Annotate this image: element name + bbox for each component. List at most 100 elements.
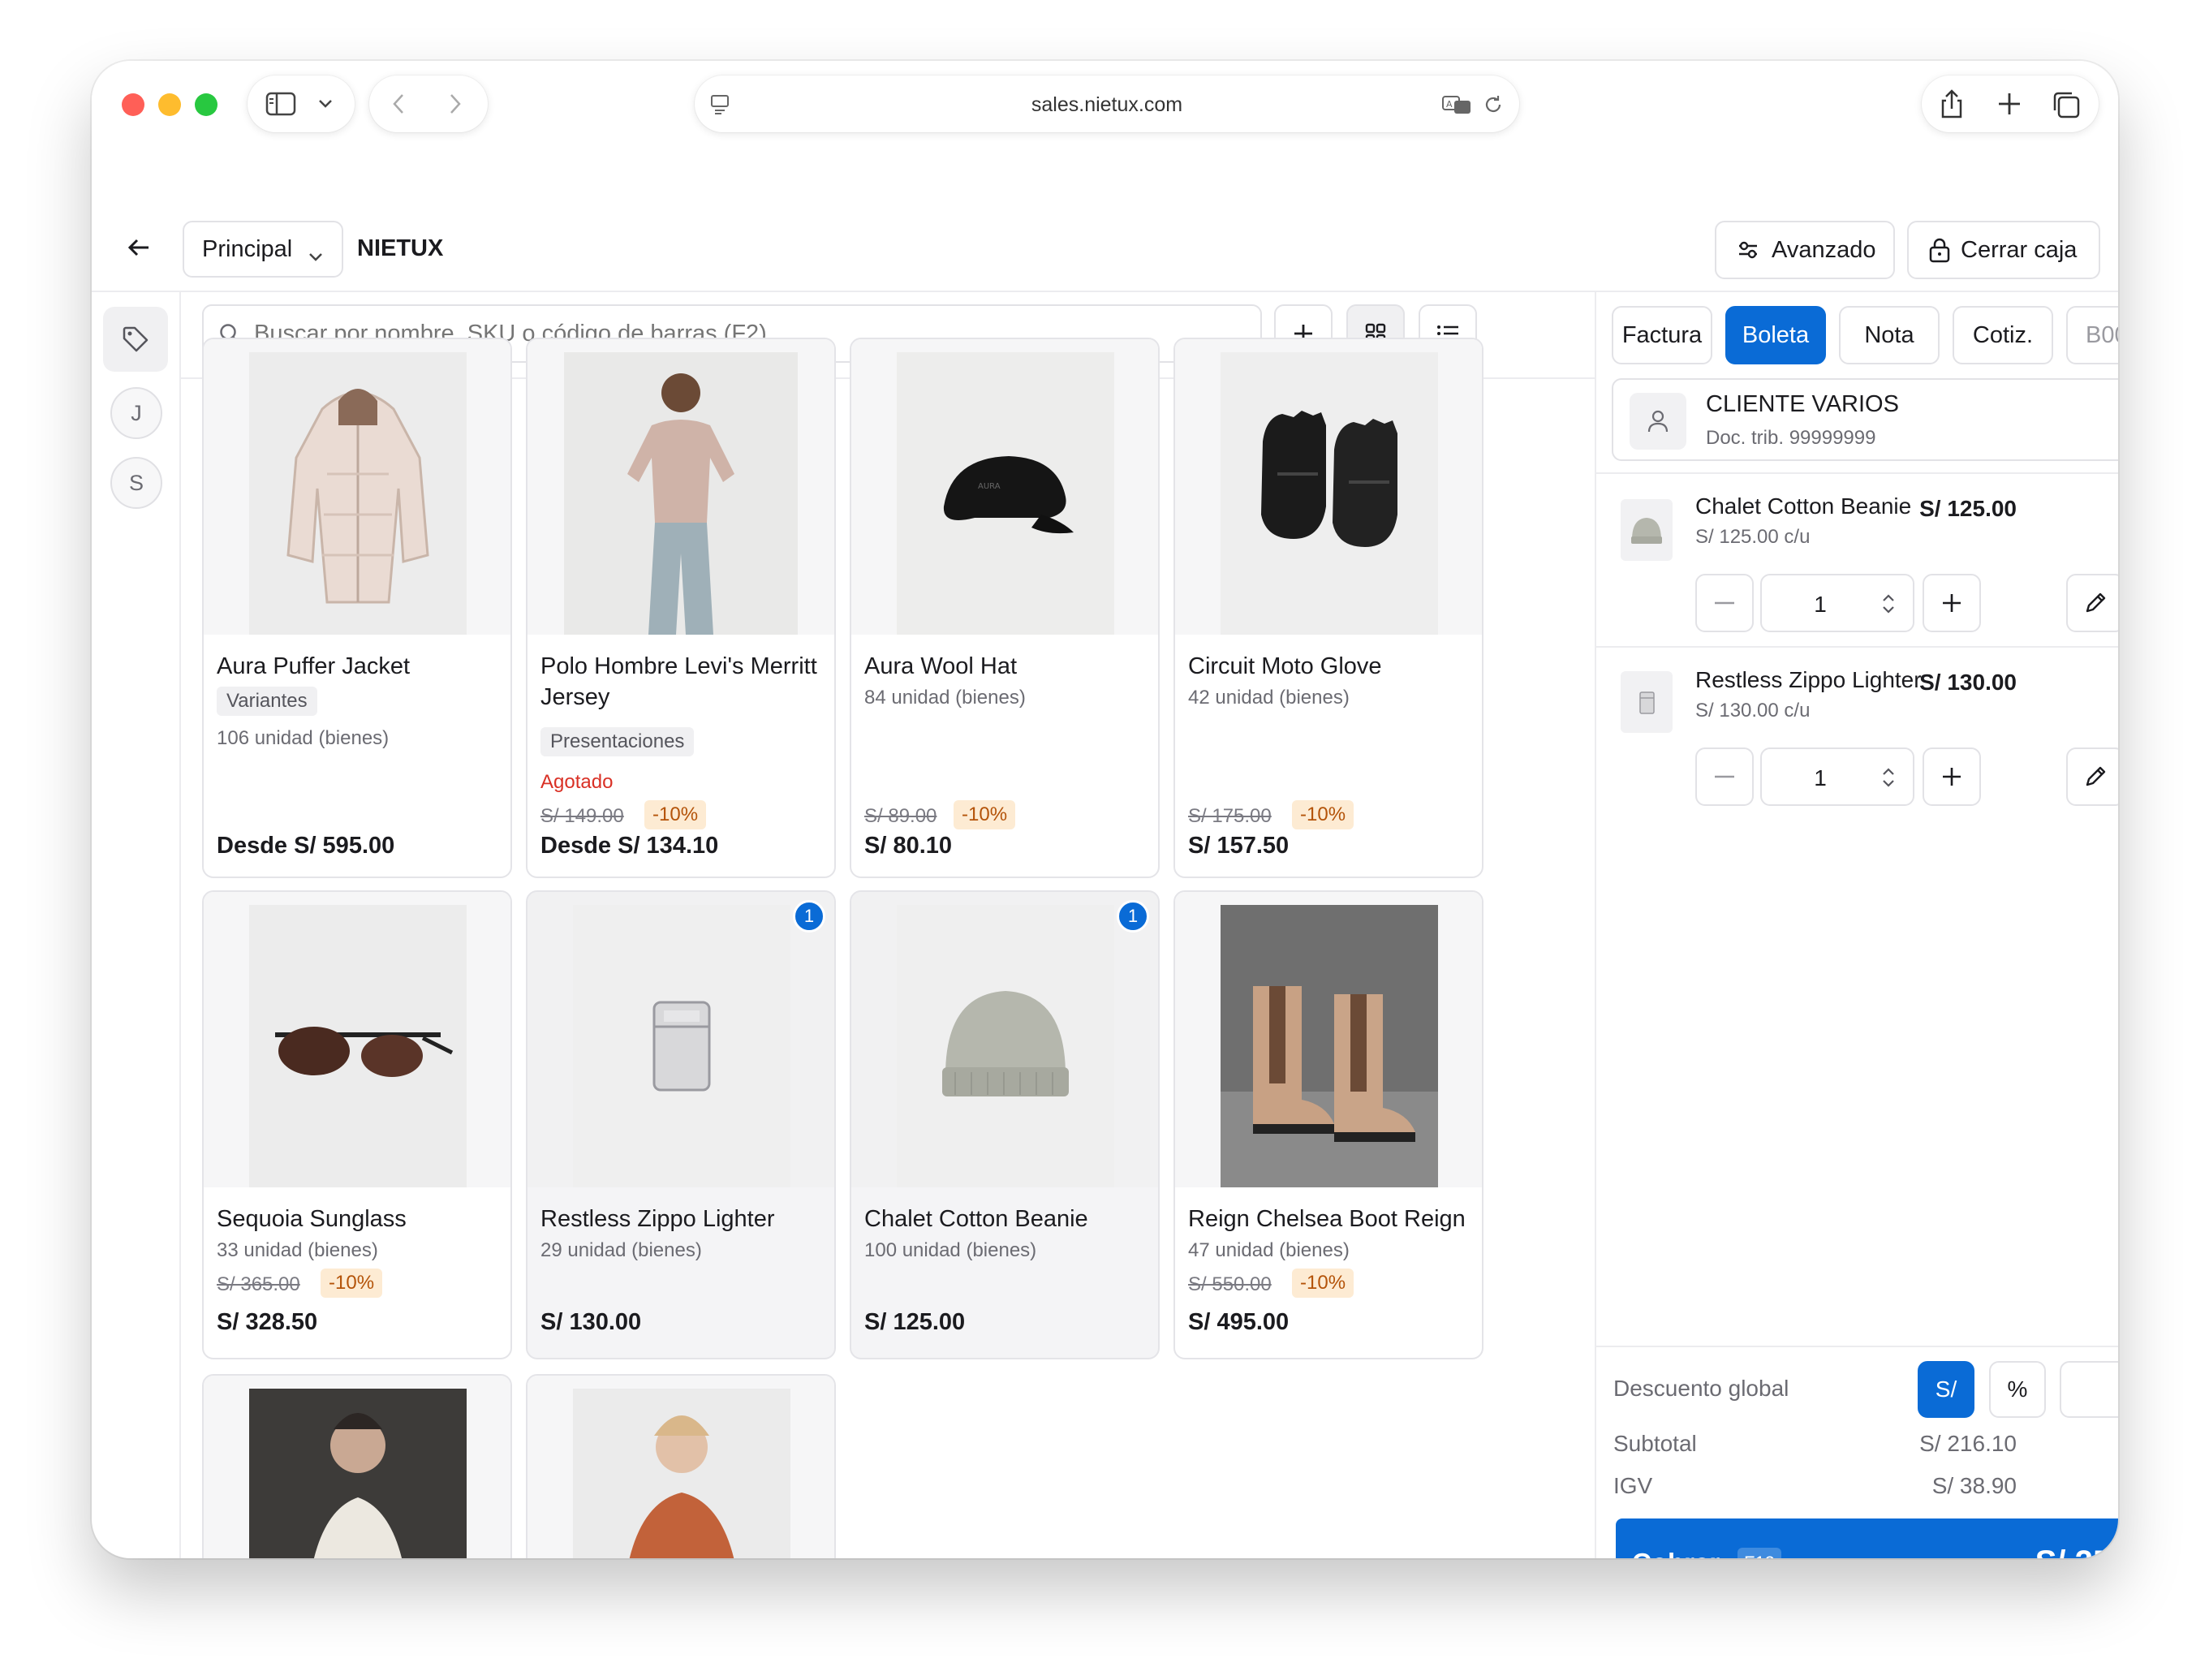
arrow-left-icon[interactable] [127, 237, 151, 262]
tab-boleta[interactable]: Boleta [1725, 306, 1826, 364]
edit-item-button[interactable] [2066, 747, 2118, 806]
product-card[interactable]: 1 Restless Zippo Lighter 29 unidad (bien… [526, 890, 836, 1359]
edit-item-button[interactable] [2066, 574, 2118, 632]
product-name: Polo Hombre Levi's Merritt Jersey [540, 653, 817, 710]
series-select[interactable]: B001 [2066, 306, 2118, 364]
sidebar-item-user-s[interactable]: S [110, 457, 162, 509]
stepper-arrows-icon[interactable] [1880, 592, 1897, 622]
charge-button[interactable]: Cobrar F12 S/ 255.00 [1616, 1518, 2118, 1558]
product-name: Aura Puffer Jacket [217, 653, 411, 679]
cart-item-name: Chalet Cotton Beanie [1695, 493, 1912, 519]
cart-divider [1595, 472, 2118, 474]
customer-selector[interactable]: CLIENTE VARIOS Doc. trib. 99999999 [1612, 378, 2118, 461]
old-price: S/ 149.00 [540, 805, 624, 827]
product-card[interactable]: 1 Chalet Cotton Beanie 100 unidad (biene… [850, 890, 1160, 1359]
chevron-down-icon [308, 243, 324, 270]
boots-image [1221, 905, 1438, 1187]
product-card[interactable]: AURA Aura Wool Hat 84 unidad (bienes) S/… [850, 338, 1160, 878]
product-price: S/ 125.00 [864, 1309, 966, 1335]
product-image [204, 339, 510, 635]
old-price: S/ 175.00 [1188, 805, 1272, 827]
tab-overview-icon[interactable] [2052, 90, 2081, 123]
discount-currency-toggle[interactable]: S/ [1918, 1361, 1974, 1418]
product-price: S/ 495.00 [1188, 1309, 1290, 1335]
product-card[interactable]: Polo Hombre Levi's Merritt Jersey Presen… [526, 338, 836, 878]
decrease-quantity-button[interactable] [1695, 574, 1754, 632]
increase-quantity-button[interactable] [1923, 747, 1981, 806]
product-name: Reign Chelsea Boot Reign [1188, 1206, 1466, 1232]
product-card[interactable] [526, 1374, 836, 1558]
cart-item-total: S/ 130.00 [1919, 670, 2017, 695]
product-card[interactable]: Sequoia Sunglass 33 unidad (bienes) S/ 3… [202, 890, 512, 1359]
product-name: Restless Zippo Lighter [540, 1206, 775, 1232]
glove-image [1221, 352, 1438, 635]
increase-quantity-button[interactable] [1923, 574, 1981, 632]
store-name: NIETUX [357, 235, 444, 261]
discount-badge: -10% [954, 800, 1016, 829]
product-price: Desde S/ 595.00 [217, 833, 395, 859]
sidebar-toggle-group [248, 75, 355, 132]
discount-input[interactable]: 0 [2060, 1361, 2118, 1418]
address-bar[interactable]: sales.nietux.com A [695, 75, 1519, 132]
subtotal-value: S/ 216.10 [1919, 1431, 2017, 1456]
browser-window: sales.nietux.com A Principal NIETUX Avan… [92, 61, 2118, 1558]
product-stock: 106 unidad (bienes) [217, 727, 390, 749]
close-register-label: Cerrar caja [1961, 236, 2078, 263]
stepper-arrows-icon[interactable] [1880, 765, 1897, 795]
product-price: S/ 328.50 [217, 1309, 318, 1335]
product-card[interactable]: Reign Chelsea Boot Reign 47 unidad (bien… [1173, 890, 1483, 1359]
translate-icon[interactable]: A [1441, 93, 1474, 120]
discount-currency-label: S/ [1935, 1376, 1957, 1402]
lighter-image [573, 905, 790, 1187]
user-icon [1630, 393, 1686, 450]
product-card[interactable] [202, 1374, 512, 1558]
browser-actions-group [1922, 75, 2099, 132]
advanced-button[interactable]: Avanzado [1715, 221, 1895, 279]
cart-item-thumbnail [1621, 499, 1673, 561]
tab-cotizacion[interactable]: Cotiz. [1953, 306, 2053, 364]
sidebar-item-user-j[interactable]: J [110, 387, 162, 439]
quantity-stepper[interactable]: 1 [1760, 574, 1914, 632]
close-window-button[interactable] [122, 93, 144, 116]
zoom-window-button[interactable] [195, 93, 217, 116]
discount-badge: -10% [1292, 1269, 1354, 1298]
cart-item-unit-price: S/ 125.00 c/u [1695, 526, 1811, 548]
tab-nota[interactable]: Nota [1839, 306, 1940, 364]
location-select[interactable]: Principal [183, 221, 343, 278]
hat-image: AURA [897, 352, 1114, 635]
close-register-button[interactable]: Cerrar caja [1907, 221, 2100, 279]
old-price: S/ 550.00 [1188, 1273, 1272, 1295]
product-stock: 42 unidad (bienes) [1188, 687, 1350, 709]
reload-icon[interactable] [1482, 93, 1505, 120]
minimize-window-button[interactable] [158, 93, 181, 116]
product-card[interactable]: Circuit Moto Glove 42 unidad (bienes) S/… [1173, 338, 1483, 878]
quantity-value: 1 [1814, 765, 1827, 790]
sweater-model-image [249, 1389, 467, 1558]
global-discount-label: Descuento global [1613, 1376, 1789, 1401]
share-icon[interactable] [1938, 88, 1966, 124]
decrease-quantity-button[interactable] [1695, 747, 1754, 806]
cart-quantity-badge: 1 [1117, 900, 1149, 933]
presentations-chip: Presentaciones [540, 727, 695, 756]
product-stock: 33 unidad (bienes) [217, 1239, 378, 1261]
sidebar-toggle-icon[interactable] [265, 92, 296, 120]
discount-value: 0 [2061, 1379, 2118, 1405]
tab-factura[interactable]: Factura [1612, 306, 1712, 364]
product-image [204, 1376, 510, 1558]
product-name: Circuit Moto Glove [1188, 653, 1382, 679]
app-header: Principal NIETUX Avanzado Cerrar caja [92, 146, 2118, 292]
back-icon[interactable] [390, 92, 407, 120]
product-stock: 100 unidad (bienes) [864, 1239, 1037, 1261]
sidebar-item-catalog[interactable] [103, 307, 168, 372]
product-image [527, 892, 834, 1187]
chevron-down-icon[interactable] [317, 97, 334, 115]
variants-chip: Variantes [217, 687, 317, 716]
product-price: S/ 130.00 [540, 1309, 642, 1335]
product-card[interactable]: Aura Puffer Jacket Variantes 106 unidad … [202, 338, 512, 878]
product-name: Chalet Cotton Beanie [864, 1206, 1088, 1232]
new-tab-icon[interactable] [1996, 91, 2022, 121]
quantity-stepper[interactable]: 1 [1760, 747, 1914, 806]
forward-icon[interactable] [447, 92, 463, 120]
discount-percent-toggle[interactable]: % [1989, 1361, 2046, 1418]
orange-jacket-model-image [573, 1389, 790, 1558]
